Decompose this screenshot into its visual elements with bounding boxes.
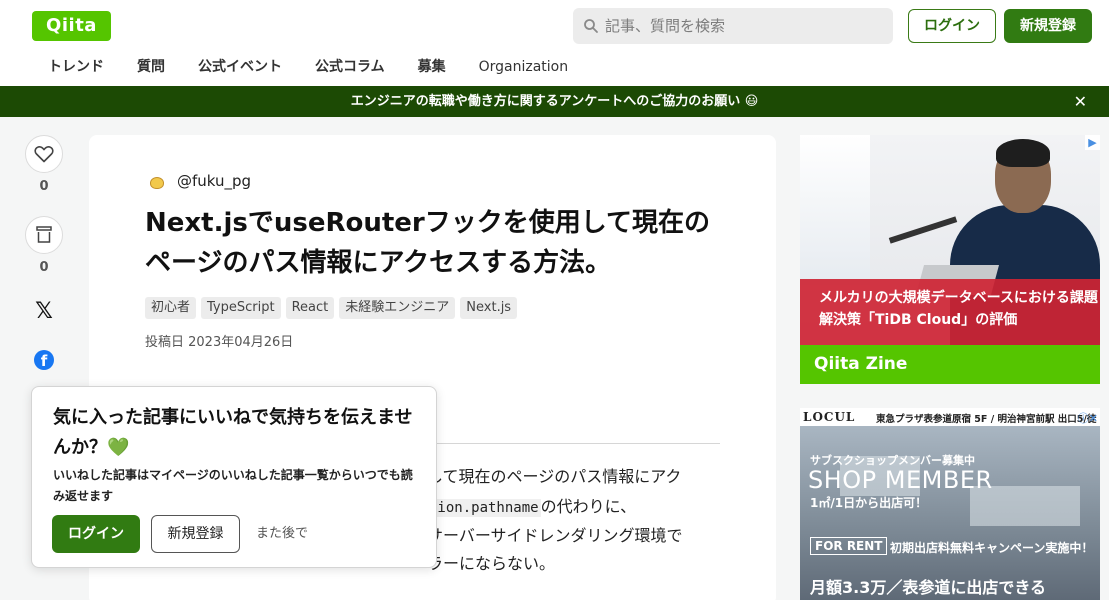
nav-questions[interactable]: 質問 (137, 56, 165, 78)
nav-recruit[interactable]: 募集 (418, 56, 446, 78)
article-author[interactable]: @fuku_pg (146, 171, 251, 191)
ad-note: 1㎡/1日から出店可！ (810, 496, 928, 510)
banner-close-icon[interactable]: ✕ (1074, 86, 1087, 117)
ad-banner-tidb[interactable]: メルカリの大規模データベースにおける課題と、 解決策「TiDB Cloud」の評… (800, 135, 1100, 384)
ad-headline-line-2: 解決策「TiDB Cloud」の評価 (819, 312, 1018, 328)
article-title-line-1: Next.jsでuseRouterフックを使用して現在の (145, 208, 710, 238)
ad-headline-line-1: メルカリの大規模データベースにおける課題と、 (819, 290, 1100, 306)
search-icon (584, 19, 598, 33)
stock-icon (36, 226, 52, 243)
facebook-share-icon[interactable]: f (34, 350, 54, 370)
ad-address: 東急プラザ表参道原宿 5F / 明治神宮前駅 出口5/徒 (876, 414, 1097, 425)
nav-official-columns[interactable]: 公式コラム (315, 56, 385, 78)
tag[interactable]: React (285, 297, 335, 319)
site-header: Qiita ログイン 新規登録 トレンド 質問 公式イベント 公式コラム 募集 … (0, 0, 1109, 86)
tag[interactable]: Next.js (460, 297, 518, 319)
nav-official-events[interactable]: 公式イベント (198, 56, 282, 78)
signup-button[interactable]: 新規登録 (1004, 9, 1092, 43)
popup-login-button[interactable]: ログイン (52, 515, 140, 553)
body-line-2-text: の代わりに、 (540, 497, 637, 516)
qiita-logo[interactable]: Qiita (32, 11, 111, 41)
adchoices-icon[interactable]: ▶ (1085, 135, 1100, 150)
ad-brand-band: Qiita Zine (800, 345, 1100, 384)
nav-trend[interactable]: トレンド (48, 56, 104, 78)
tag[interactable]: 初心者 (145, 297, 197, 319)
ad-info-close-icon[interactable]: ⓘ✕ (1078, 410, 1098, 426)
body-line-3: サーバーサイドレンダリング環境で (427, 526, 683, 545)
survey-banner: エンジニアの転職や働き方に関するアンケートへのご協力のお願い 😃 ✕ (0, 86, 1109, 117)
body-line-4: ラーにならない。 (427, 554, 556, 573)
ad-for-rent-badge: FOR RENT (810, 537, 888, 555)
section-divider (389, 443, 720, 444)
qiita-zine-logo: Qiita Zine (814, 354, 908, 374)
x-share-icon[interactable]: 𝕏 (33, 301, 55, 323)
popup-heading: 気に入った記事にいいねで気持ちを伝えませんか？💚 (53, 403, 423, 463)
popup-body: いいねした記事はマイページのいいねした記事一覧からいつでも読み返せます (53, 468, 413, 503)
ad-photo-window (800, 135, 870, 285)
article-title: Next.jsでuseRouterフックを使用して現在の ページのパス情報にアク… (145, 203, 725, 283)
author-avatar (146, 171, 166, 191)
survey-banner-text[interactable]: エンジニアの転職や働き方に関するアンケートへのご協力のお願い 😃 (0, 86, 1109, 117)
post-date: 投稿日 2023年04月26日 (145, 335, 294, 350)
login-button[interactable]: ログイン (908, 9, 996, 43)
locul-logo: LOCUL (803, 410, 856, 424)
search-input[interactable] (605, 8, 885, 44)
article-title-line-2: ページのパス情報にアクセスする方法。 (145, 248, 612, 278)
body-line-1: して現在のページのパス情報にアク (427, 467, 682, 486)
tag-list: 初心者 TypeScript React 未経験エンジニア Next.js (145, 297, 522, 319)
like-count: 0 (39, 179, 49, 194)
heart-icon (34, 146, 54, 163)
popup-signup-button[interactable]: 新規登録 (151, 515, 240, 553)
tag[interactable]: 未経験エンジニア (339, 297, 456, 319)
nav-organization[interactable]: Organization (479, 56, 569, 78)
ad-top-bar: LOCUL 東急プラザ表参道原宿 5F / 明治神宮前駅 出口5/徒 ⓘ✕ (800, 408, 1100, 426)
main-nav: トレンド 質問 公式イベント 公式コラム 募集 Organization (48, 56, 601, 78)
search-box[interactable] (573, 8, 893, 44)
ad-banner-locul[interactable]: LOCUL 東急プラザ表参道原宿 5F / 明治神宮前駅 出口5/徒 ⓘ✕ サブ… (800, 408, 1100, 600)
body-line-2: tion.pathname の代わりに、 (427, 493, 636, 517)
author-name: @fuku_pg (177, 172, 252, 190)
ad-campaign: 初期出店料無料キャンペーン実施中！ (890, 541, 1094, 555)
stock-count: 0 (39, 260, 49, 275)
ad-photo-person-hair (996, 139, 1050, 167)
ad-title: SHOP MEMBER (808, 466, 993, 494)
like-button[interactable] (25, 135, 63, 173)
ad-headline-band: メルカリの大規模データベースにおける課題と、 解決策「TiDB Cloud」の評… (800, 279, 1100, 345)
ad-price: 月額3.3万／表参道に出店できる (810, 578, 1047, 597)
stock-button[interactable] (25, 216, 63, 254)
popup-later-button[interactable]: また後で (256, 515, 308, 553)
like-prompt-popup: 気に入った記事にいいねで気持ちを伝えませんか？💚 いいねした記事はマイページのい… (31, 386, 437, 568)
tag[interactable]: TypeScript (201, 297, 281, 319)
green-heart-icon: 💚 (107, 437, 130, 458)
inline-code: tion.pathname (427, 499, 541, 517)
